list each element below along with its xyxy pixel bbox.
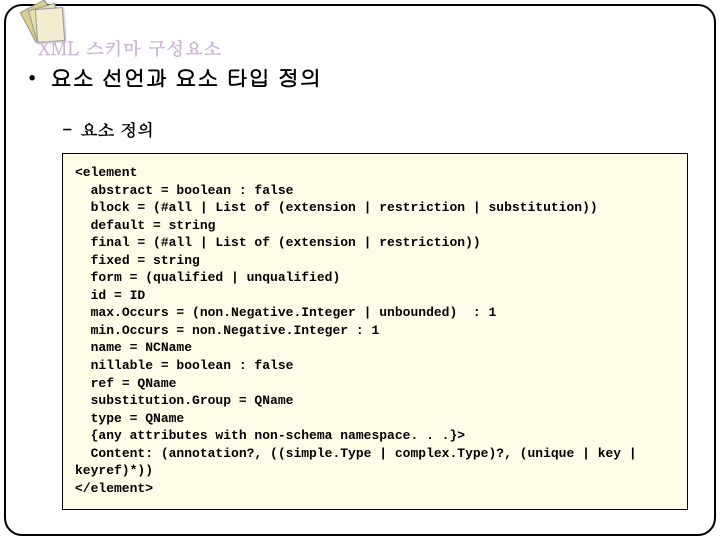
sub-bullet-marker: - <box>62 117 73 141</box>
bullet-row: • 요소 선언과 요소 타입 정의 <box>28 62 692 93</box>
bullet-marker: • <box>28 67 36 89</box>
code-block: <element abstract = boolean : false bloc… <box>62 153 688 510</box>
sub-bullet-row: - 요소 정의 <box>62 117 692 141</box>
bullet-text: 요소 선언과 요소 타입 정의 <box>50 62 321 93</box>
sub-bullet-text: 요소 정의 <box>81 117 155 141</box>
content-area: • 요소 선언과 요소 타입 정의 - 요소 정의 <element abstr… <box>28 62 692 510</box>
faded-background-title: XML 스키마 구성요소 <box>38 36 222 61</box>
